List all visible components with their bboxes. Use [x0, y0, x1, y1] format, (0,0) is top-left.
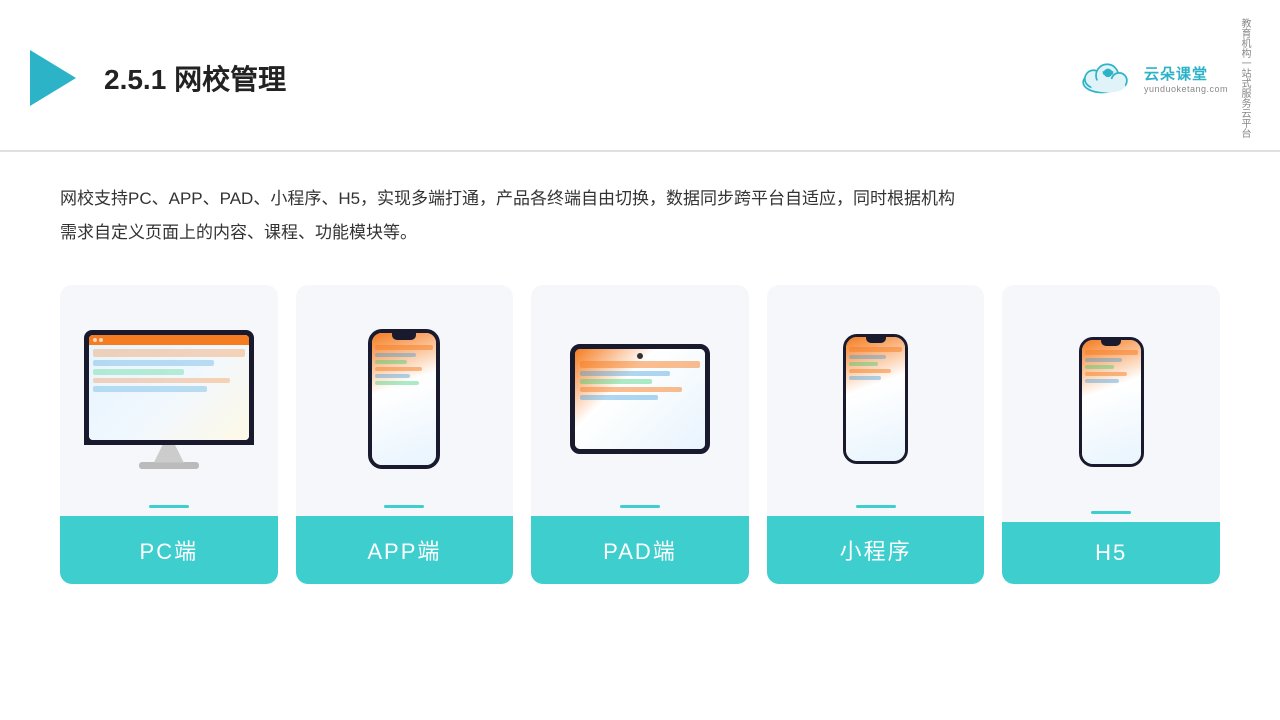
description-line1: 网校支持PC、APP、PAD、小程序、H5，实现多端打通，产品各终端自由切换，数…	[60, 182, 1160, 216]
monitor-content-row-1	[93, 349, 245, 357]
tablet-screen	[575, 349, 705, 449]
card-pad-divider	[620, 505, 660, 508]
header-left: 2.5.1 网校管理	[30, 50, 286, 106]
mini-bar-3	[849, 362, 878, 366]
monitor-dot-2	[99, 338, 103, 342]
phone-body-app	[368, 329, 440, 469]
phone-bar-5	[375, 374, 410, 378]
phone-device-h5	[1079, 337, 1144, 467]
phone-bar-3	[375, 360, 407, 364]
card-app-label: APP端	[296, 516, 514, 584]
monitor-content-row-3	[93, 369, 184, 375]
phone-screen-mini	[846, 337, 905, 461]
phone-bar-2	[375, 353, 416, 357]
phone-small-h5	[1079, 337, 1144, 467]
description-text: 网校支持PC、APP、PAD、小程序、H5，实现多端打通，产品各终端自由切换，数…	[60, 182, 1160, 250]
monitor-stand	[154, 445, 184, 463]
card-app: APP端	[296, 285, 514, 584]
card-pad-image	[531, 285, 749, 505]
h5-bar-5	[1085, 379, 1119, 383]
card-pc-label: PC端	[60, 516, 278, 584]
h5-bar-1	[1085, 350, 1138, 355]
card-pc: PC端	[60, 285, 278, 584]
card-miniprogram: 小程序	[767, 285, 985, 584]
card-pc-image	[60, 285, 278, 505]
phone-screen-app	[372, 333, 436, 465]
phone-device-mini	[843, 334, 908, 464]
monitor-content-row-4	[93, 378, 230, 383]
tablet-bar-3	[580, 379, 652, 384]
phone-notch-h5	[1101, 340, 1121, 346]
brand-text: 云朵课堂 yunduoketang.com	[1144, 63, 1228, 94]
logo-icon	[30, 50, 76, 106]
tablet-bar-4	[580, 387, 682, 392]
card-h5-image	[1002, 285, 1220, 511]
card-h5-divider	[1091, 511, 1131, 514]
monitor-screen-inner	[89, 335, 249, 440]
phone-notch-mini	[866, 337, 886, 343]
description-line2: 需求自定义页面上的内容、课程、功能模块等。	[60, 216, 1160, 250]
main-content: 网校支持PC、APP、PAD、小程序、H5，实现多端打通，产品各终端自由切换，数…	[0, 152, 1280, 604]
brand-url: yunduoketang.com	[1144, 84, 1228, 94]
cloud-icon	[1078, 60, 1138, 96]
card-miniprogram-image	[767, 285, 985, 505]
phone-bar-4	[375, 367, 421, 371]
monitor-dot-1	[93, 338, 97, 342]
monitor-screen-outer	[84, 330, 254, 445]
card-miniprogram-label: 小程序	[767, 516, 985, 584]
card-h5-label: H5	[1002, 522, 1220, 584]
tablet-bar-1	[580, 361, 700, 368]
monitor-base	[139, 462, 199, 469]
tablet-device	[570, 344, 710, 454]
card-h5: H5	[1002, 285, 1220, 584]
brand-logo: 云朵课堂 yunduoketang.com 教育机构一站式服务云平台	[1078, 18, 1250, 138]
monitor-screen-body	[89, 345, 249, 440]
monitor-device	[84, 330, 254, 469]
card-pc-divider	[149, 505, 189, 508]
brand-name: 云朵课堂	[1144, 63, 1228, 84]
title-main: 网校管理	[174, 64, 286, 95]
h5-bar-2	[1085, 358, 1122, 362]
mini-bar-4	[849, 369, 891, 373]
mini-bar-2	[849, 355, 886, 359]
mini-bar-5	[849, 376, 881, 380]
tablet-body	[570, 344, 710, 454]
card-app-divider	[384, 505, 424, 508]
card-pad-label: PAD端	[531, 516, 749, 584]
phone-notch-app	[392, 333, 416, 340]
cards-row: PC端	[60, 285, 1220, 584]
phone-device-app	[368, 329, 440, 469]
tablet-camera	[637, 353, 643, 359]
phone-bar-6	[375, 381, 419, 385]
phone-bar-1	[375, 345, 433, 350]
monitor-content-row-2	[93, 360, 215, 366]
brand-tagline: 教育机构一站式服务云平台	[1238, 18, 1250, 138]
title-prefix: 2.5.1	[104, 64, 166, 95]
phone-screen-h5	[1082, 340, 1141, 464]
page-header: 2.5.1 网校管理 云朵课堂 yunduoketang.com	[0, 0, 1280, 152]
monitor-screen-header	[89, 335, 249, 345]
card-app-image	[296, 285, 514, 505]
card-pad: PAD端	[531, 285, 749, 584]
h5-bar-4	[1085, 372, 1127, 376]
tablet-bar-5	[580, 395, 658, 400]
mini-bar-1	[849, 347, 902, 352]
phone-small-mini	[843, 334, 908, 464]
card-mini-divider	[856, 505, 896, 508]
monitor-content-row-5	[93, 386, 207, 392]
brand-icon-area: 云朵课堂 yunduoketang.com 教育机构一站式服务云平台	[1078, 18, 1250, 138]
tablet-bar-2	[580, 371, 670, 376]
page-title: 2.5.1 网校管理	[104, 58, 286, 98]
h5-bar-3	[1085, 365, 1114, 369]
